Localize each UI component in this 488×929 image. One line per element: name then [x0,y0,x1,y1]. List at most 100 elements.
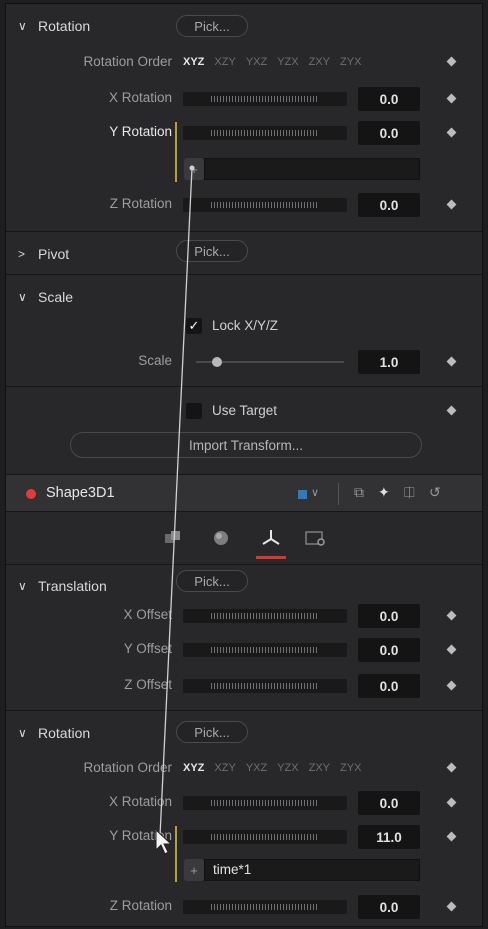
order-option-zxy[interactable]: ZXY [309,762,330,774]
y-rotation-value[interactable]: 11.0 [358,825,420,849]
order-option-zyx[interactable]: ZYX [340,56,361,68]
order-option-xyz[interactable]: XYZ [183,762,204,774]
z-offset-value[interactable]: 0.0 [358,674,420,698]
pick-button[interactable]: Pick... [176,15,248,37]
keyframe-diamond-icon[interactable] [446,680,457,691]
keyframe-diamond-icon[interactable] [446,797,457,808]
keyframe-diamond-icon[interactable] [446,93,457,104]
controls-tab-icon[interactable] [162,528,184,548]
chevron-down-icon[interactable]: ∨ [18,726,32,740]
x-offset-label: X Offset [123,607,172,622]
y-offset-value[interactable]: 0.0 [358,638,420,662]
section-title: Translation [38,578,107,594]
pick-button[interactable]: Pick... [176,240,248,262]
material-tab-icon[interactable] [210,528,232,548]
y-offset-label: Y Offset [123,641,172,656]
inspector-panel: ∨ Rotation Pick... Rotation Order XYZ XZ… [5,3,483,927]
y-offset-row: Y Offset 0.0 [6,633,482,667]
keyframe-diamond-icon[interactable] [446,127,457,138]
z-rotation-label: Z Rotation [109,196,172,211]
inspector-tabs [6,512,482,564]
keyframe-diamond-icon[interactable] [446,405,457,416]
order-option-zxy[interactable]: ZXY [309,56,330,68]
keyframe-diamond-icon[interactable] [446,901,457,912]
x-rotation-value[interactable]: 0.0 [358,87,420,111]
z-offset-slider[interactable] [183,679,347,693]
rotation-order-label: Rotation Order [83,54,172,69]
pick-button[interactable]: Pick... [176,721,248,743]
chevron-down-icon[interactable]: ∨ [18,579,32,593]
settings-tab-icon[interactable] [304,528,326,548]
y-rotation-slider[interactable] [183,830,347,844]
y-rotation-slider[interactable] [183,126,347,140]
y-rotation-expression-field[interactable]: time*1 [204,859,420,881]
versions-icon[interactable]: ⧉ [354,484,364,501]
chevron-down-icon[interactable]: ∨ [311,486,319,499]
keyframe-diamond-icon[interactable] [446,199,457,210]
x-rotation-value[interactable]: 0.0 [358,791,420,815]
import-transform-button[interactable]: Import Transform... [70,432,422,458]
x-rotation-label: X Rotation [108,794,172,809]
keyframe-diamond-icon[interactable] [446,610,457,621]
lock-icon[interactable]: ⎅ [404,484,415,501]
lock-xyz-row: ✓ Lock X/Y/Z [6,310,482,342]
y-rotation-row: Y Rotation 11.0 [6,820,482,854]
order-option-yzx[interactable]: YZX [277,762,298,774]
scale-value[interactable]: 1.0 [358,350,420,374]
scale-slider-knob[interactable] [212,357,222,367]
reset-icon[interactable]: ↺ [429,484,441,501]
order-option-xyz[interactable]: XYZ [183,56,204,68]
pick-button[interactable]: Pick... [176,570,248,592]
lock-xyz-label: Lock X/Y/Z [212,318,279,333]
x-rotation-slider[interactable] [183,92,347,106]
x-rotation-slider[interactable] [183,796,347,810]
chevron-right-icon[interactable]: > [18,247,32,261]
z-rotation-value[interactable]: 0.0 [358,895,420,919]
order-option-zyx[interactable]: ZYX [340,762,361,774]
node-enable-dot-icon[interactable] [26,489,36,499]
rotation-order-row: Rotation Order XYZ XZY YXZ YZX ZXY ZYX [6,46,482,78]
order-option-yxz[interactable]: YXZ [246,56,267,68]
keyframe-diamond-icon[interactable] [446,762,457,773]
z-rotation-row: Z Rotation 0.0 [6,188,482,222]
order-option-xzy[interactable]: XZY [214,56,235,68]
x-rotation-label: X Rotation [108,90,172,105]
divider [6,386,482,387]
keyframe-diamond-icon[interactable] [446,644,457,655]
scale-row: Scale 1.0 [6,345,482,379]
pin-icon[interactable]: ✦ [378,484,390,501]
order-option-yzx[interactable]: YZX [277,56,298,68]
x-offset-slider[interactable] [183,609,347,623]
chevron-down-icon[interactable]: ∨ [18,290,32,304]
chevron-down-icon[interactable]: ∨ [18,19,32,33]
order-option-yxz[interactable]: YXZ [246,762,267,774]
node-name: Shape3D1 [46,485,115,501]
keyframe-diamond-icon[interactable] [446,356,457,367]
scale-label: Scale [138,353,172,368]
rotation-order-options: XYZ XZY YXZ YZX ZXY ZYX [183,762,361,774]
z-rotation-row: Z Rotation 0.0 [6,890,482,924]
order-option-xzy[interactable]: XZY [214,762,235,774]
y-rotation-expression-row: + [6,156,482,184]
z-rotation-value[interactable]: 0.0 [358,193,420,217]
use-target-checkbox[interactable] [186,403,202,419]
keyframe-diamond-icon[interactable] [446,56,457,67]
divider [338,483,339,505]
node-header[interactable]: Shape3D1 ∨ ⧉ ✦ ⎅ ↺ [6,474,482,512]
node-color-swatch[interactable] [298,490,307,499]
z-rotation-label: Z Rotation [109,898,172,913]
y-offset-slider[interactable] [183,643,347,657]
z-rotation-slider[interactable] [183,900,347,914]
x-rotation-row: X Rotation 0.0 [6,786,482,820]
y-rotation-label: Y Rotation [109,124,172,139]
y-rotation-value[interactable]: 0.0 [358,121,420,145]
expression-plus-button[interactable]: + [184,859,204,881]
z-rotation-slider[interactable] [183,198,347,212]
transform-tab-icon[interactable] [260,528,282,548]
keyframe-diamond-icon[interactable] [446,831,457,842]
x-offset-value[interactable]: 0.0 [358,604,420,628]
use-target-label: Use Target [212,403,278,418]
lock-xyz-checkbox[interactable]: ✓ [186,318,202,334]
expression-plus-button[interactable]: + [184,158,204,180]
y-rotation-expression-field[interactable] [204,158,420,180]
